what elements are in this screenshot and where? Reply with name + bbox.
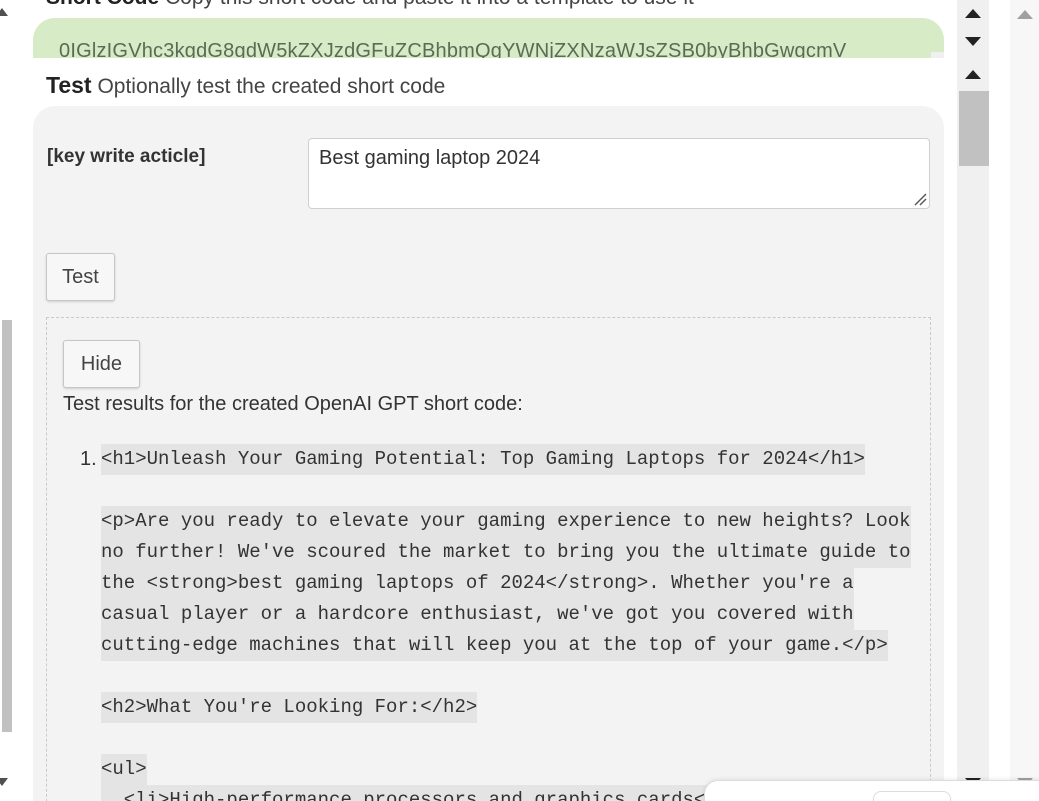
list-item-number: 1. xyxy=(80,448,97,470)
inner-scrollbar[interactable] xyxy=(957,0,989,801)
outer-left-scrollbar[interactable] xyxy=(0,0,12,801)
scroll-down-arrow-icon[interactable] xyxy=(965,37,981,46)
result-line: the <strong>best gaming laptops of 2024<… xyxy=(101,568,854,599)
result-line: <p>Are you ready to elevate your gaming … xyxy=(101,506,911,537)
page: Short Code Copy this short code and past… xyxy=(0,0,1039,801)
result-line: no further! We've scoured the market to … xyxy=(101,537,911,568)
test-panel: [key write acticle] Test Hide Test resul… xyxy=(33,106,944,801)
short-code-value[interactable]: 0IGlzIGVhc3kgdG8gdW5kZXJzdGFuZCBhbmQgYWN… xyxy=(59,40,846,58)
scroll-down-arrow-icon[interactable] xyxy=(0,778,8,786)
short-code-heading: Short Code Copy this short code and past… xyxy=(46,0,694,10)
scroll-up-arrow-icon[interactable] xyxy=(965,9,981,18)
scroll-up-arrow-icon[interactable] xyxy=(0,8,8,16)
outer-left-scrollbar-thumb[interactable] xyxy=(2,320,12,732)
result-line: cutting-edge machines that will keep you… xyxy=(101,630,888,661)
test-results: Hide Test results for the created OpenAI… xyxy=(46,317,931,801)
short-code-description: Copy this short code and paste it into a… xyxy=(165,0,694,9)
test-button[interactable]: Test xyxy=(46,253,115,301)
result-line: <h2>What You're Looking For:</h2> xyxy=(101,692,478,723)
bottom-popup-tab[interactable] xyxy=(873,791,951,801)
resize-grip-icon[interactable] xyxy=(913,192,927,206)
result-line: <ul> xyxy=(101,754,147,785)
inner-scrollbar-thumb[interactable] xyxy=(959,91,989,166)
param-input[interactable] xyxy=(308,138,930,209)
test-heading: Test Optionally test the created short c… xyxy=(46,72,445,99)
outer-right-scrollbar[interactable] xyxy=(1010,0,1039,801)
hide-button[interactable]: Hide xyxy=(63,340,140,388)
short-code-box[interactable]: 0IGlzIGVhc3kgdG8gdW5kZXJzdGFuZCBhbmQgYWN… xyxy=(33,18,944,58)
short-code-scroll-up[interactable] xyxy=(931,52,944,58)
result-line: <h1>Unleash Your Gaming Potential: Top G… xyxy=(101,444,865,475)
param-label: [key write acticle] xyxy=(47,146,206,167)
test-title: Test xyxy=(46,72,92,98)
test-description: Optionally test the created short code xyxy=(97,75,446,98)
result-line: <li>High-performance processors and grap… xyxy=(101,785,751,801)
bottom-popup xyxy=(704,780,1039,801)
short-code-title: Short Code xyxy=(46,0,159,9)
result-line: casual player or a hardcore enthusiast, … xyxy=(101,599,854,630)
scroll-up-arrow-icon[interactable] xyxy=(965,70,981,79)
scroll-up-arrow-icon[interactable] xyxy=(1017,10,1033,19)
results-intro: Test results for the created OpenAI GPT … xyxy=(63,393,523,415)
